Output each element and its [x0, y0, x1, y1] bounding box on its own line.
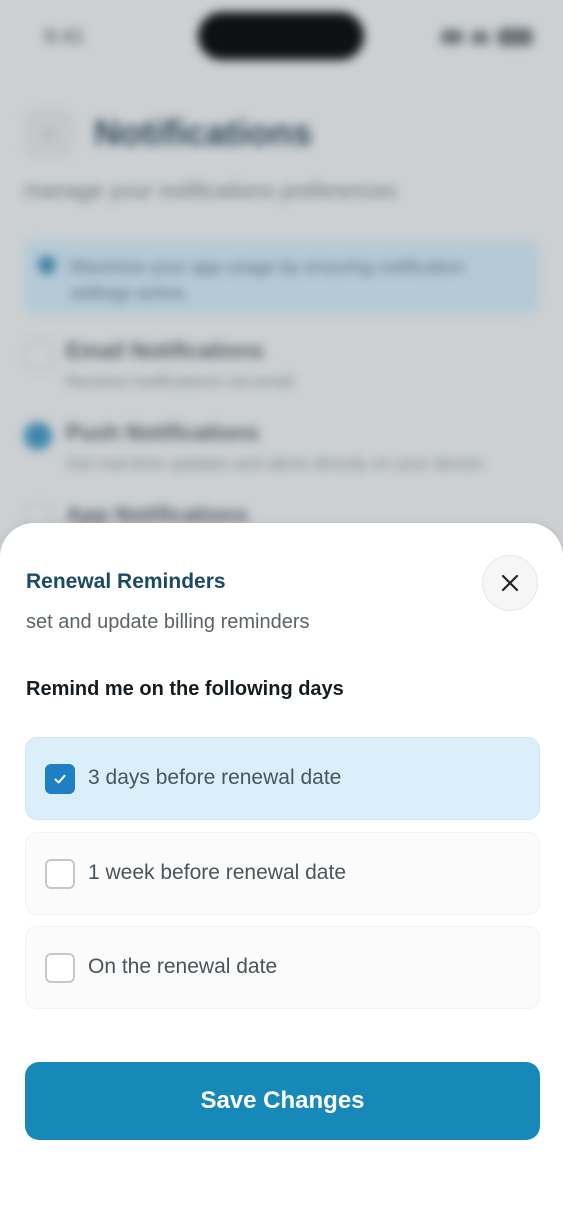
checkbox-icon[interactable] — [45, 953, 75, 983]
dynamic-island — [198, 12, 364, 60]
battery-icon — [497, 28, 533, 46]
background-row-email: Email Notifications Receive notification… — [24, 338, 539, 408]
option-1-week-before[interactable]: 1 week before renewal date — [25, 832, 540, 915]
background-row-push: Push Notifications Get real-time updates… — [24, 420, 539, 490]
close-icon — [501, 574, 519, 592]
background-alert-text: Maximize your app usage by ensuring noti… — [70, 257, 465, 303]
option-on-renewal-date[interactable]: On the renewal date — [25, 926, 540, 1009]
renewal-reminders-sheet: Renewal Reminders set and update billing… — [0, 523, 563, 1224]
chevron-left-icon: ‹ — [24, 108, 74, 158]
background-info-alert: Maximize your app usage by ensuring noti… — [24, 240, 539, 314]
checkbox-icon — [24, 340, 54, 370]
status-bar: 9:41 — [0, 0, 563, 80]
close-button[interactable] — [482, 555, 538, 611]
section-heading: Remind me on the following days — [26, 678, 344, 700]
info-icon — [38, 256, 56, 274]
sheet-title: Renewal Reminders — [26, 570, 226, 593]
sheet-subtitle: set and update billing reminders — [26, 611, 310, 633]
background-row-title: Push Notifications — [66, 420, 260, 445]
check-icon — [54, 774, 66, 784]
status-icons — [441, 28, 533, 46]
option-3-days-before[interactable]: 3 days before renewal date — [25, 737, 540, 820]
option-label: On the renewal date — [88, 955, 278, 978]
background-row-desc: Receive notifications via email — [66, 372, 294, 391]
background-page: 9:41 ‹ Notifications manage your notific… — [0, 0, 563, 560]
checkbox-checked-icon — [24, 422, 52, 450]
option-label: 1 week before renewal date — [88, 861, 346, 884]
option-label: 3 days before renewal date — [88, 766, 342, 789]
status-time: 9:41 — [44, 26, 85, 48]
background-page-title: Notifications — [94, 112, 313, 153]
checkbox-checked-icon[interactable] — [45, 764, 75, 794]
background-row-desc: Get real-time updates and alerts directl… — [66, 454, 483, 473]
checkbox-icon[interactable] — [45, 859, 75, 889]
background-page-subtitle: manage your notifications preferences — [24, 178, 397, 203]
screen: 9:41 ‹ Notifications manage your notific… — [0, 0, 563, 1224]
background-row-title: Email Notifications — [66, 338, 265, 363]
signal-icon — [441, 30, 463, 44]
save-changes-button[interactable]: Save Changes — [25, 1062, 540, 1140]
background-header: ‹ Notifications — [24, 108, 312, 158]
wifi-icon — [471, 30, 489, 44]
